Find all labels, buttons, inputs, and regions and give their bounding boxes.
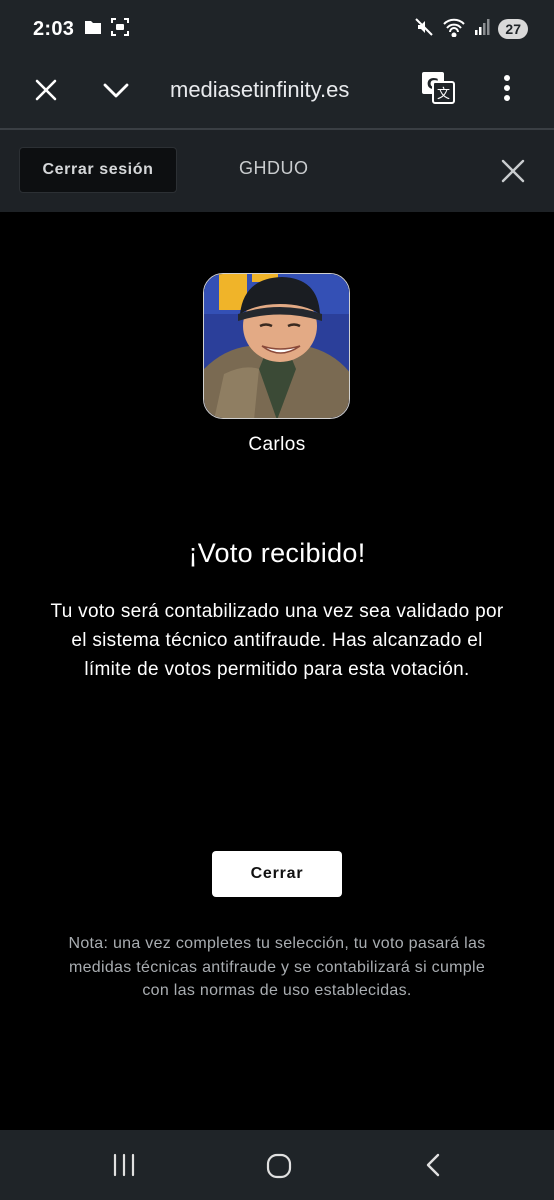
note-text: Nota: una vez completes tu selección, tu… <box>68 935 486 999</box>
more-vert-icon[interactable] <box>499 74 515 102</box>
close-icon[interactable] <box>34 78 58 102</box>
chevron-down-icon[interactable] <box>102 80 130 100</box>
svg-text:文: 文 <box>437 87 450 102</box>
url-text[interactable]: mediasetinfinity.es <box>170 75 410 105</box>
logout-button[interactable]: Cerrar sesión <box>19 147 177 193</box>
browser-toolbar: mediasetinfinity.es G 文 <box>0 58 554 128</box>
home-icon[interactable] <box>265 1152 293 1185</box>
back-icon[interactable] <box>423 1152 443 1183</box>
close-icon[interactable] <box>500 158 526 189</box>
translate-icon[interactable]: G 文 <box>420 70 456 106</box>
status-time: 2:03 <box>33 17 75 40</box>
navigation-bar <box>0 1130 554 1200</box>
vote-received-title: ¡Voto recibido! <box>188 538 366 568</box>
close-button[interactable]: Cerrar <box>212 851 342 897</box>
candidate-name: Carlos <box>248 434 306 455</box>
battery-badge: 27 <box>498 19 528 39</box>
vote-message: Tu voto será contabilizado una vez sea v… <box>50 601 504 680</box>
status-bar: 2:03 27 <box>0 0 554 58</box>
recent-apps-icon[interactable] <box>112 1152 136 1183</box>
mute-icon <box>414 17 434 42</box>
wifi-icon <box>442 17 466 42</box>
screen: 2:03 27 mediasetinfinity.es 文 Cerrar ses… <box>0 0 554 1200</box>
screenshot-icon <box>110 17 130 42</box>
signal-icon <box>474 18 490 41</box>
avatar <box>203 273 350 419</box>
folder-icon <box>84 19 102 40</box>
session-bar: Cerrar sesión GHDUO <box>0 130 554 212</box>
username-label: GHDUO <box>239 158 309 178</box>
